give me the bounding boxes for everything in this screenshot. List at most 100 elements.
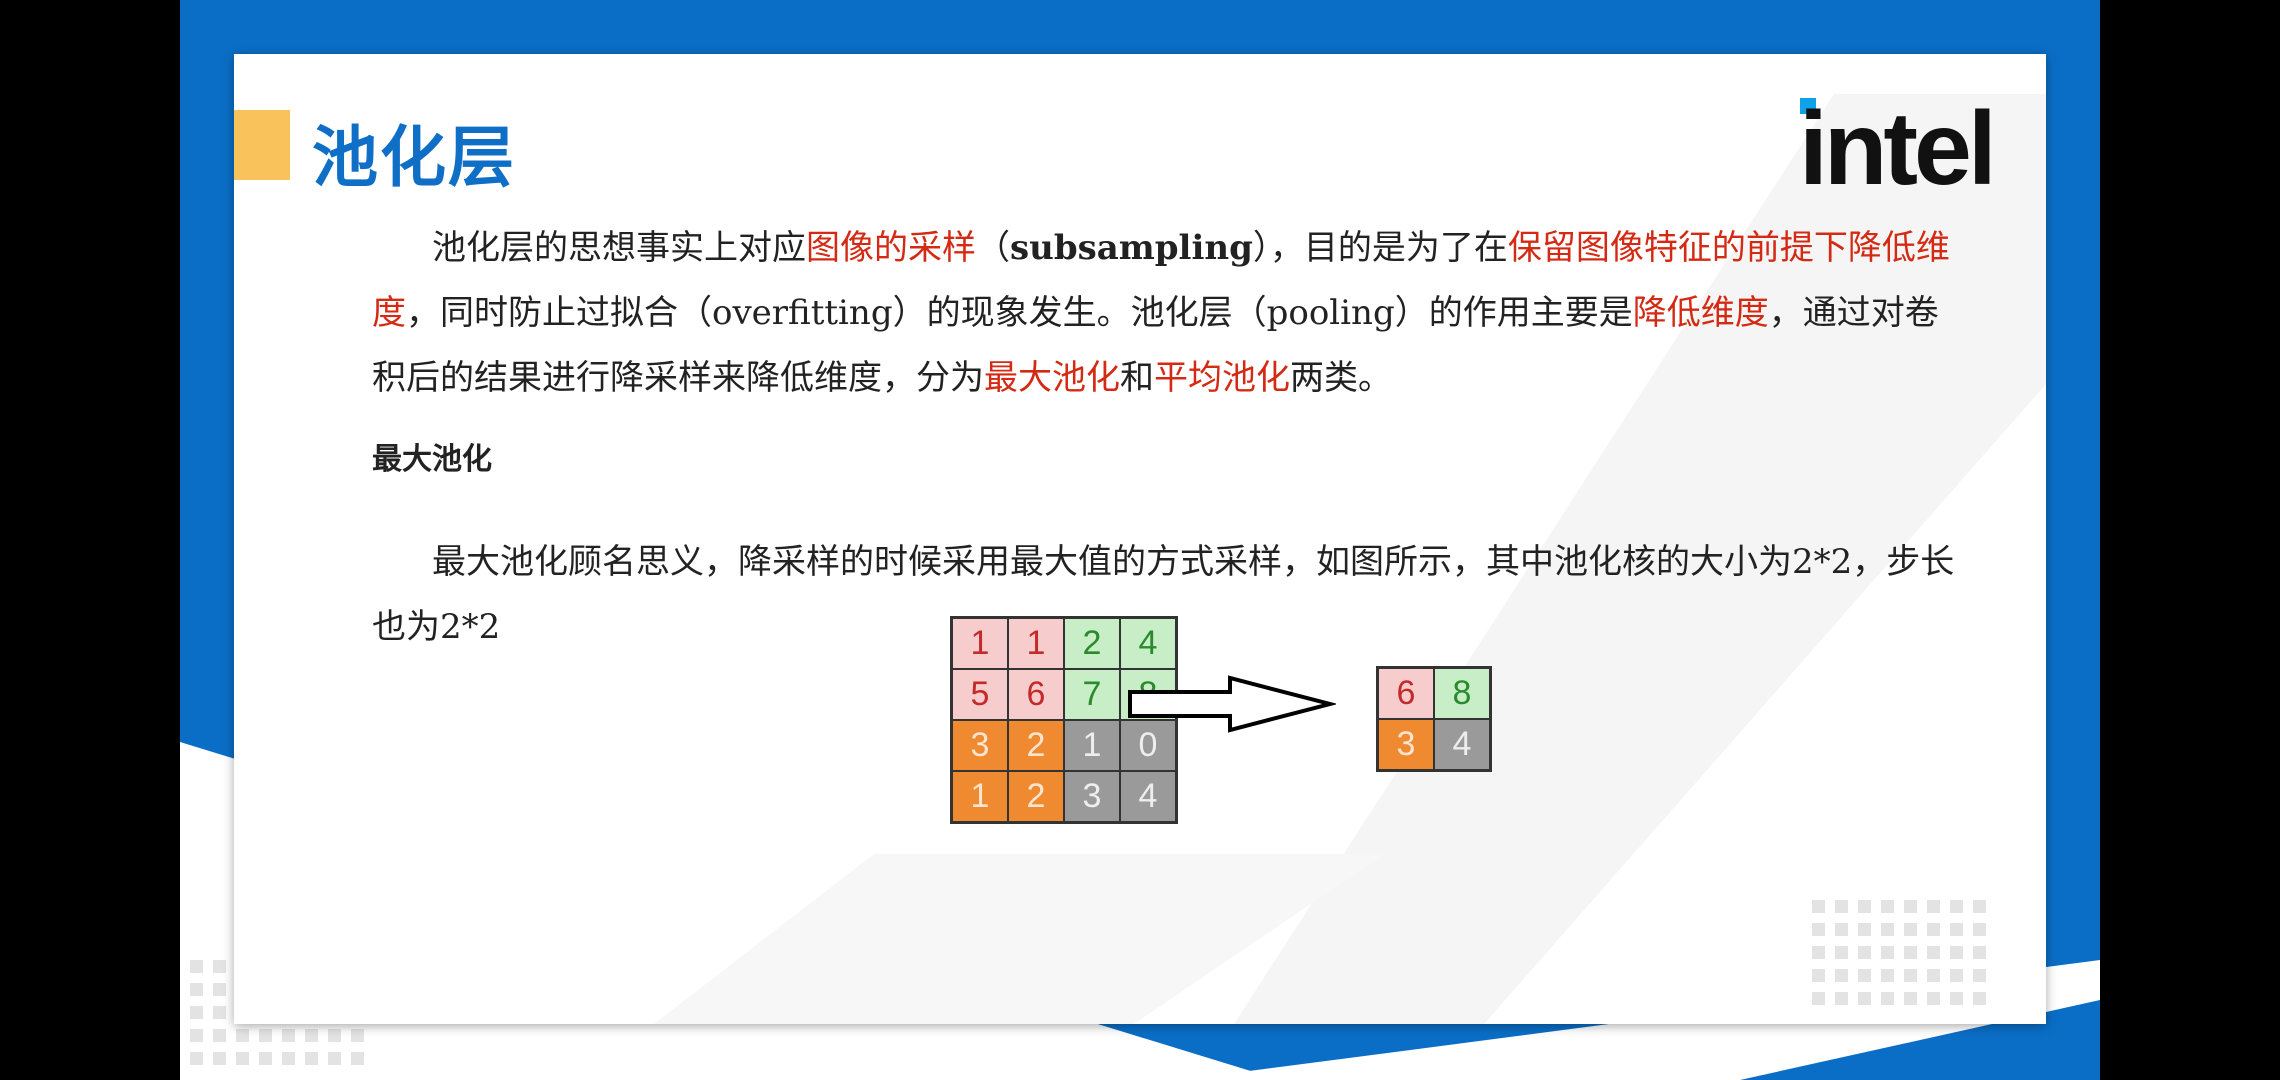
term-subsampling: subsampling — [1010, 228, 1253, 268]
dot — [282, 1052, 295, 1065]
dot — [1835, 946, 1848, 959]
dot — [259, 1029, 272, 1042]
paragraph-pooling-intro: 池化层的思想事实上对应图像的采样（subsampling），目的是为了在保留图像… — [372, 216, 1972, 411]
dot — [328, 1052, 341, 1065]
highlight-average-pooling: 平均池化 — [1154, 358, 1290, 398]
dot — [1927, 969, 1940, 982]
highlight-image-sampling: 图像的采样 — [806, 228, 976, 268]
output-pooled-map: 6834 — [1376, 666, 1492, 772]
dot — [1812, 923, 1825, 936]
dot — [190, 1006, 203, 1019]
dot — [351, 1029, 364, 1042]
dot — [190, 1052, 203, 1065]
output-cell: 8 — [1434, 668, 1490, 719]
dot — [1881, 969, 1894, 982]
dot — [213, 960, 226, 973]
dot — [213, 983, 226, 996]
dot — [1835, 923, 1848, 936]
dot — [1950, 900, 1963, 913]
output-cell: 3 — [1378, 719, 1434, 770]
right-arrow-icon — [1128, 675, 1336, 733]
presentation-viewport: 池化层 intel 池化层的思想事实上对应图像的采样（subsampling），… — [180, 0, 2100, 1080]
input-cell: 1 — [1008, 618, 1064, 669]
text-span: （ — [976, 228, 1010, 268]
input-cell: 1 — [1064, 720, 1120, 771]
dot-pattern-right — [1812, 900, 1986, 1005]
slide-card: 池化层 intel 池化层的思想事实上对应图像的采样（subsampling），… — [234, 54, 2046, 1024]
dot — [1927, 923, 1940, 936]
dot — [1835, 969, 1848, 982]
dot — [1858, 946, 1871, 959]
dot — [236, 1052, 249, 1065]
dot — [1812, 900, 1825, 913]
input-cell: 7 — [1064, 669, 1120, 720]
dot — [1973, 923, 1986, 936]
highlight-max-pooling: 最大池化 — [984, 358, 1120, 398]
input-cell: 1 — [952, 771, 1008, 822]
dot — [1904, 992, 1917, 1005]
dot — [259, 1052, 272, 1065]
dot — [1881, 946, 1894, 959]
input-cell: 2 — [1008, 771, 1064, 822]
dot — [1904, 923, 1917, 936]
dot — [1835, 992, 1848, 1005]
dot — [1927, 992, 1940, 1005]
input-cell: 3 — [952, 720, 1008, 771]
dot — [1858, 923, 1871, 936]
dot — [1950, 992, 1963, 1005]
dot — [1927, 946, 1940, 959]
dot — [213, 1006, 226, 1019]
dot — [1881, 992, 1894, 1005]
dot — [1950, 969, 1963, 982]
text-span: 两类。 — [1290, 358, 1392, 398]
input-cell: 3 — [1064, 771, 1120, 822]
input-cell: 6 — [1008, 669, 1064, 720]
dot — [305, 1029, 318, 1042]
text-span: 池化层的思想事实上对应 — [432, 228, 806, 268]
dot — [190, 960, 203, 973]
intel-logo: intel — [1799, 91, 1997, 194]
input-cell: 2 — [1008, 720, 1064, 771]
dot — [1812, 946, 1825, 959]
dot — [1973, 900, 1986, 913]
dot — [1950, 946, 1963, 959]
input-cell: 4 — [1120, 618, 1176, 669]
dot — [1904, 900, 1917, 913]
dot — [1858, 992, 1871, 1005]
dot — [1881, 923, 1894, 936]
dot — [1904, 969, 1917, 982]
dot — [1835, 900, 1848, 913]
input-cell: 2 — [1064, 618, 1120, 669]
dot — [213, 1029, 226, 1042]
input-cell: 5 — [952, 669, 1008, 720]
dot — [328, 1029, 341, 1042]
dot — [236, 1029, 249, 1042]
text-span: ，同时防止过拟合（overfitting）的现象发生。池化层（pooling）的… — [406, 293, 1633, 333]
dot — [351, 1052, 364, 1065]
dot — [190, 983, 203, 996]
dot — [305, 1052, 318, 1065]
title-accent-bar — [234, 110, 290, 180]
highlight-reduce-dimension-2: 降低维度 — [1632, 293, 1769, 333]
text-span: 和 — [1120, 358, 1154, 398]
input-cell: 4 — [1120, 771, 1176, 822]
dot — [1881, 900, 1894, 913]
dot — [1812, 969, 1825, 982]
slide-title: 池化层 — [312, 119, 516, 196]
dot — [1950, 923, 1963, 936]
dot — [213, 1052, 226, 1065]
dot — [282, 1029, 295, 1042]
dot — [1858, 900, 1871, 913]
svg-text:intel: intel — [1799, 91, 1993, 194]
text-span: ），目的是为了在 — [1252, 228, 1508, 268]
dot — [1812, 992, 1825, 1005]
dot — [1973, 969, 1986, 982]
dot — [1904, 946, 1917, 959]
dot — [190, 1029, 203, 1042]
output-cell: 6 — [1378, 668, 1434, 719]
input-cell: 1 — [952, 618, 1008, 669]
dot — [1858, 969, 1871, 982]
output-cell: 4 — [1434, 719, 1490, 770]
dot — [1973, 992, 1986, 1005]
dot — [1973, 946, 1986, 959]
